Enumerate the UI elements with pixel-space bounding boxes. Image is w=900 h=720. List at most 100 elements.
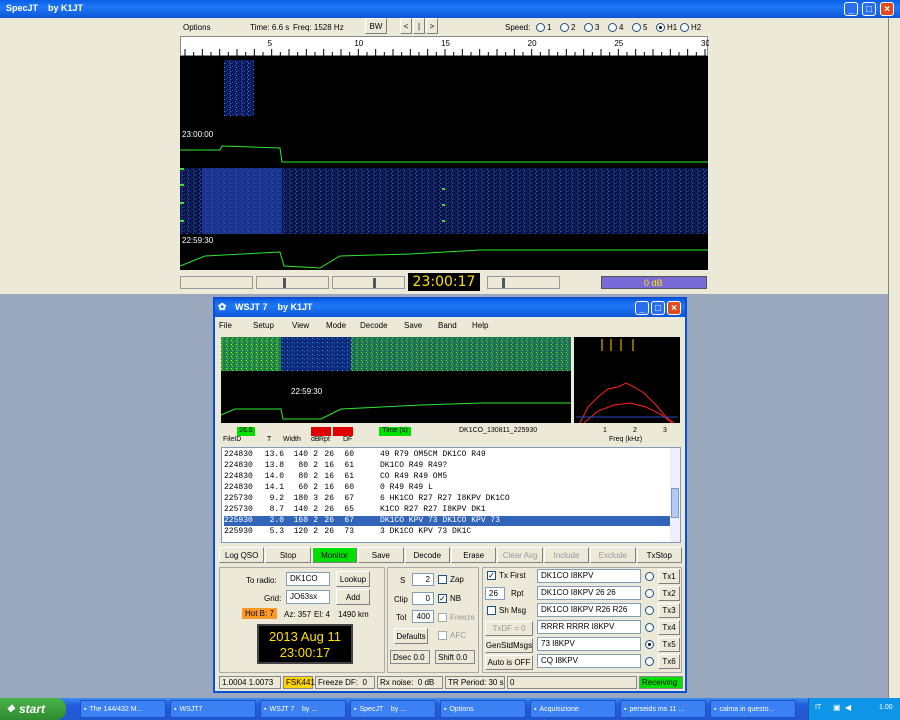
wsjt-close-icon[interactable]: ×	[667, 301, 681, 315]
menu-band[interactable]: Band	[438, 321, 457, 330]
slider-3[interactable]	[332, 276, 405, 289]
tx-message-field[interactable]: DK1CO I8KPV R26 R26	[537, 603, 641, 617]
tx-button-6[interactable]: Tx6	[658, 654, 680, 669]
nb-checkbox[interactable]: ✓	[438, 594, 447, 603]
specjt-options-label[interactable]: Options	[183, 23, 211, 32]
tx-select-radio[interactable]	[645, 640, 654, 649]
nav-right-button[interactable]: >	[426, 18, 438, 34]
txdf-button[interactable]: TxDF = 0	[485, 621, 533, 636]
speed-radio-h1[interactable]	[656, 23, 665, 32]
taskbar-item[interactable]: ▪ WSJT 7 by ...	[260, 700, 346, 718]
s-field[interactable]: 2	[412, 573, 434, 586]
tx-button-5[interactable]: Tx5	[658, 637, 680, 652]
menu-file[interactable]: File	[219, 321, 232, 330]
tray-clock[interactable]: 1.00	[879, 704, 893, 711]
table-row[interactable]: 225730 9.2 180 3 26 67 6 HK1CO R27 R27 I8KPV D…	[224, 494, 670, 504]
slider-2[interactable]	[256, 276, 329, 289]
sh-msg-checkbox[interactable]	[487, 606, 496, 615]
taskbar-item[interactable]: ▪ perseids ms 11 ...	[620, 700, 706, 718]
slider-1[interactable]	[180, 276, 253, 289]
close-icon[interactable]: ×	[880, 2, 894, 16]
clip-field[interactable]: 0	[412, 592, 434, 605]
speed-radio-2[interactable]	[560, 23, 569, 32]
save-button[interactable]: Save	[358, 547, 404, 563]
menu-help[interactable]: Help	[472, 321, 488, 330]
freeze-checkbox[interactable]	[438, 613, 447, 622]
tx-message-field[interactable]: DK1CO I8KPV 26 26	[537, 586, 641, 600]
specjt-titlebar[interactable]: SpecJT by K1JT _ □ ×	[0, 0, 900, 18]
include-button[interactable]: Include	[543, 547, 590, 563]
stop-button[interactable]: Stop	[265, 547, 311, 563]
bw-button[interactable]: BW	[365, 18, 387, 34]
list-scrollbar[interactable]	[670, 448, 680, 542]
table-row[interactable]: 225930 5.3 120 2 26 73 3 DK1CO KPV 73 DK1C	[224, 527, 670, 537]
tray-network-icon[interactable]: ▣	[833, 703, 841, 712]
tx-select-radio[interactable]	[645, 572, 654, 581]
menu-setup[interactable]: Setup	[253, 321, 274, 330]
table-row[interactable]: 225930 2.0 160 2 26 67 DK1CO KPV 73 DK1CO KPV …	[224, 516, 670, 526]
log-qso-button[interactable]: Log QSO	[219, 547, 265, 563]
tx-select-radio[interactable]	[645, 589, 654, 598]
table-row[interactable]: 224830 14.0 80 2 16 61 CO R49 R49 OM5	[224, 472, 670, 482]
tx-button-2[interactable]: Tx2	[658, 586, 680, 601]
tx-select-radio[interactable]	[645, 606, 654, 615]
dsec-control[interactable]: Dsec 0.0	[390, 650, 430, 664]
menu-view[interactable]: View	[292, 321, 309, 330]
speed-radio-1[interactable]	[536, 23, 545, 32]
taskbar-item[interactable]: ▪ WSJT7	[170, 700, 256, 718]
tx-message-field[interactable]: DK1CO I8KPV	[537, 569, 641, 583]
lookup-button[interactable]: Lookup	[336, 571, 370, 587]
start-button[interactable]: ❖ start	[0, 698, 66, 720]
zap-checkbox[interactable]	[438, 575, 447, 584]
tol-field[interactable]: 400	[412, 610, 434, 623]
tx-select-radio[interactable]	[645, 657, 654, 666]
tx-button-1[interactable]: Tx1	[658, 569, 680, 584]
tx-select-radio[interactable]	[645, 623, 654, 632]
to-radio-field[interactable]: DK1CO	[286, 572, 330, 586]
tx-message-field[interactable]: RRRR RRRR I8KPV	[537, 620, 641, 634]
tx-message-field[interactable]: 73 I8KPV	[537, 637, 641, 651]
auto-button[interactable]: Auto is OFF	[485, 655, 533, 670]
nav-mid-button[interactable]: |	[413, 18, 425, 34]
tx-button-4[interactable]: Tx4	[658, 620, 680, 635]
speed-radio-5[interactable]	[632, 23, 641, 32]
nav-left-button[interactable]: <	[400, 18, 412, 34]
taskbar-item[interactable]: ▪ calma in questo...	[710, 700, 796, 718]
exclude-button[interactable]: Exclude	[590, 547, 636, 563]
maximize-icon[interactable]: □	[862, 2, 876, 16]
menu-mode[interactable]: Mode	[326, 321, 346, 330]
taskbar-item[interactable]: ▪ The 144/432 M...	[80, 700, 166, 718]
taskbar-item[interactable]: ▪ Acquisizione	[530, 700, 616, 718]
txstop-button[interactable]: TxStop	[636, 547, 682, 563]
decode-button[interactable]: Decode	[404, 547, 450, 563]
monitor-button[interactable]: Monitor	[311, 547, 358, 563]
speed-radio-3[interactable]	[584, 23, 593, 32]
minimize-icon[interactable]: _	[844, 2, 858, 16]
erase-button[interactable]: Erase	[451, 547, 497, 563]
defaults-button[interactable]: Defaults	[394, 628, 428, 644]
wsjt-titlebar[interactable]: ✿ WSJT 7 by K1JT _ □ ×	[215, 299, 685, 317]
tray-volume-icon[interactable]: ◀	[845, 703, 851, 712]
taskbar-item[interactable]: ▪ Options	[440, 700, 526, 718]
tx-message-field[interactable]: CQ I8KPV	[537, 654, 641, 668]
tx-first-checkbox[interactable]: ✓	[487, 571, 496, 580]
speed-radio-4[interactable]	[608, 23, 617, 32]
grid-field[interactable]: JO63sx	[286, 590, 330, 604]
speed-radio-h2[interactable]	[680, 23, 689, 32]
decode-list[interactable]: 224830 13.6 140 2 26 60 49 R79 OM5CM DK1CO R49…	[221, 447, 681, 543]
table-row[interactable]: 225730 8.7 140 2 26 65 K1CO R27 R27 I8KPV DK1	[224, 505, 670, 515]
table-row[interactable]: 224830 13.6 140 2 26 60 49 R79 OM5CM DK1CO R49	[224, 450, 670, 460]
wsjt-minimize-icon[interactable]: _	[635, 301, 649, 315]
menu-save[interactable]: Save	[404, 321, 422, 330]
shift-control[interactable]: Shift 0.0	[435, 650, 475, 664]
rpt-field[interactable]: 26	[485, 587, 505, 600]
slider-4[interactable]	[487, 276, 560, 289]
table-row[interactable]: 224830 13.8 80 2 16 61 DK1CO R49 R49?	[224, 461, 670, 471]
menu-decode[interactable]: Decode	[360, 321, 388, 330]
table-row[interactable]: 224830 14.1 60 2 16 60 0 R49 R49 L	[224, 483, 670, 493]
clear-avg-button[interactable]: Clear Avg	[497, 547, 543, 563]
taskbar-item[interactable]: ▪ SpecJT by ...	[350, 700, 436, 718]
tx-button-3[interactable]: Tx3	[658, 603, 680, 618]
add-button[interactable]: Add	[336, 589, 370, 605]
afc-checkbox[interactable]	[438, 631, 447, 640]
